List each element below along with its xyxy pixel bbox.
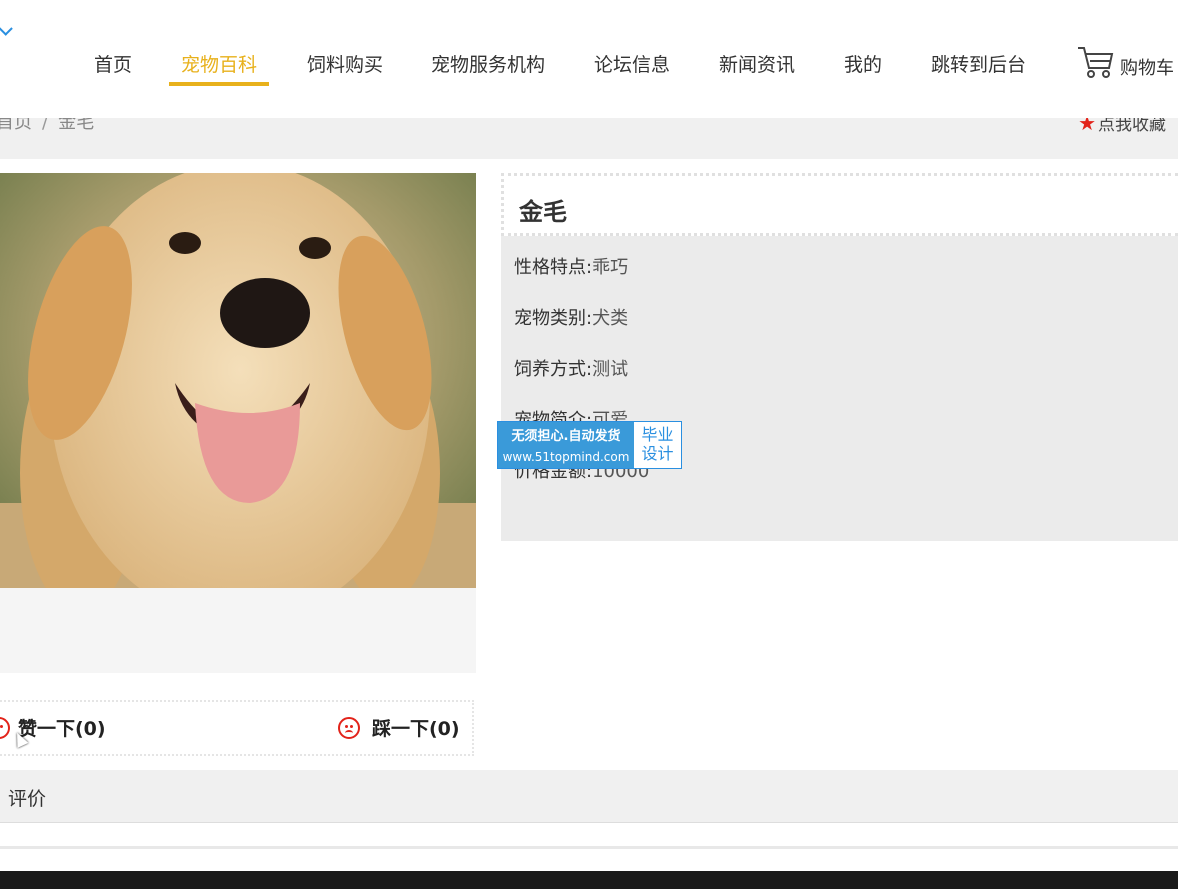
field-category: 宠物类别:犬类 — [514, 304, 628, 330]
footer-bar — [0, 871, 1178, 889]
field-feeding: 饲养方式:测试 — [514, 355, 628, 381]
field-label: 宠物类别: — [514, 308, 593, 329]
site-header: 首页 宠物百科 饲料购买 宠物服务机构 论坛信息 新闻资讯 我的 跳转到后台 购… — [0, 0, 1178, 118]
nav-item-home[interactable]: 首页 — [94, 50, 132, 77]
favorite-label: 点我收藏 — [1098, 118, 1166, 135]
field-value: 犬类 — [592, 308, 629, 329]
breadcrumb-current: 金毛 — [58, 118, 95, 133]
cart-button[interactable]: 购物车 — [1076, 44, 1174, 80]
breadcrumb-home[interactable]: 首页 — [0, 118, 32, 133]
field-personality: 性格特点:乖巧 — [514, 253, 628, 279]
smile-icon — [0, 716, 10, 739]
breadcrumb-separator: / — [42, 118, 49, 133]
review-title: 评价 — [8, 788, 47, 810]
pet-photo — [0, 173, 476, 588]
logo-icon[interactable] — [0, 20, 13, 36]
watermark-right1: 毕业 — [641, 425, 674, 444]
watermark-line2: www.51topmind.com — [502, 450, 630, 464]
nav-item-admin[interactable]: 跳转到后台 — [931, 50, 1026, 77]
field-value: 乖巧 — [592, 257, 629, 278]
watermark-right2: 设计 — [641, 444, 674, 463]
nav-item-forum[interactable]: 论坛信息 — [594, 50, 670, 77]
nav-item-mine[interactable]: 我的 — [844, 50, 882, 77]
cart-icon — [1078, 47, 1114, 78]
favorite-button[interactable]: ★ 点我收藏 — [1078, 118, 1166, 135]
nav-item-pet-services[interactable]: 宠物服务机构 — [431, 50, 545, 77]
divider — [0, 846, 1178, 849]
review-bar: 评价 — [0, 770, 1178, 823]
watermark-line1: 无须担心.自动发货 — [511, 429, 621, 444]
like-label: 赞一下(0) — [18, 718, 106, 740]
nav-active-underline — [169, 82, 269, 86]
pet-title-bar: 金毛 — [501, 173, 1178, 236]
pet-info-panel: 金毛 性格特点:乖巧 宠物类别:犬类 饲养方式:测试 宠物简介:可爱 价格金额:… — [501, 173, 1178, 541]
pet-photo-box — [0, 173, 476, 673]
dislike-button[interactable]: 踩一下(0) — [338, 714, 460, 741]
breadcrumb: 首页 / 金毛 — [0, 118, 94, 134]
vote-bar: 赞一下(0) 踩一下(0) — [0, 700, 474, 756]
watermark-badge: 无须担心.自动发货 www.51topmind.com 毕业 设计 — [497, 421, 682, 469]
star-icon: ★ — [1078, 118, 1096, 135]
nav-item-news[interactable]: 新闻资讯 — [719, 50, 795, 77]
field-label: 饲养方式: — [514, 359, 593, 380]
breadcrumb-bar: 首页 / 金毛 ★ 点我收藏 — [0, 118, 1178, 159]
nav-item-feed-purchase[interactable]: 饲料购买 — [307, 50, 383, 77]
field-label: 性格特点: — [514, 257, 593, 278]
field-value: 测试 — [592, 359, 629, 380]
nav-item-pet-encyclopedia[interactable]: 宠物百科 — [181, 50, 257, 77]
dislike-label: 踩一下(0) — [372, 718, 460, 740]
frown-icon — [338, 716, 360, 739]
cart-label: 购物车 — [1120, 58, 1174, 79]
pet-name: 金毛 — [519, 198, 567, 226]
